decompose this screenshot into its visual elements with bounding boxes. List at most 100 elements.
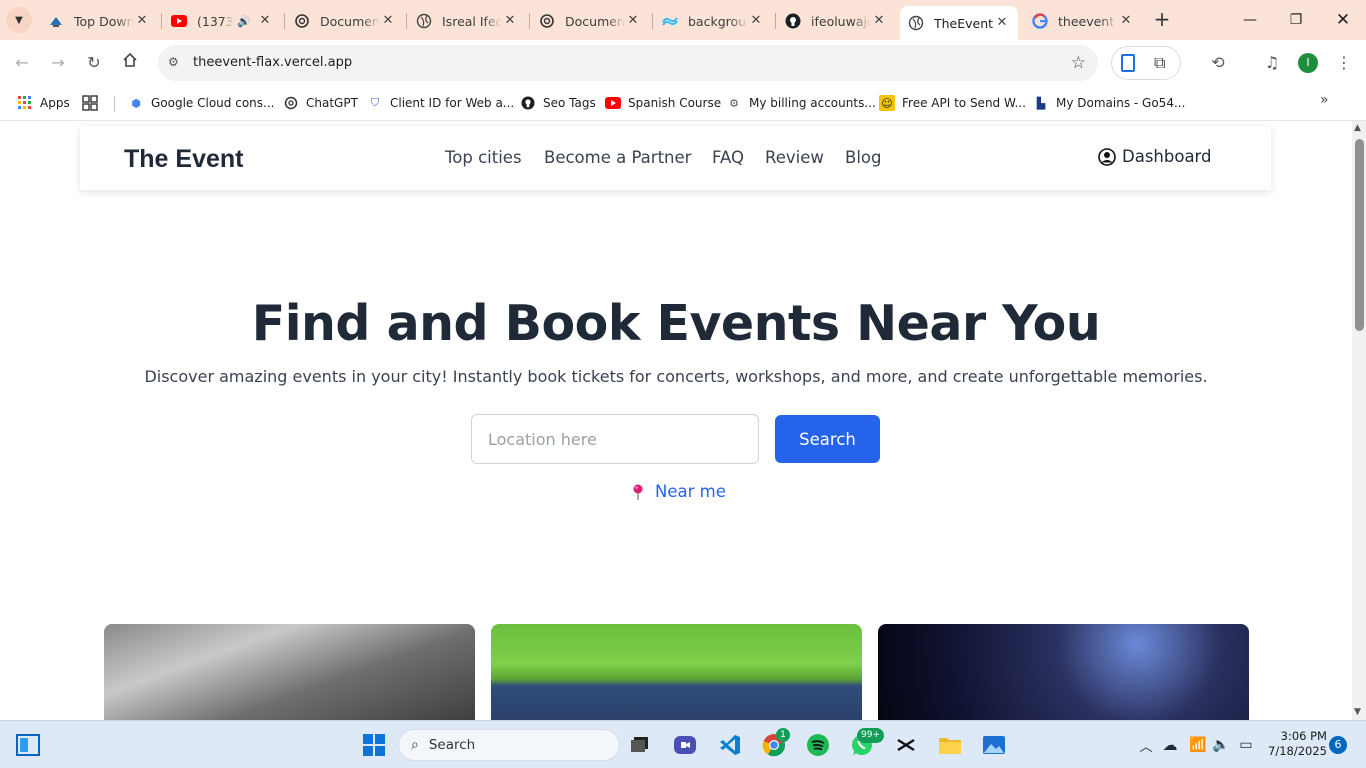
- spotify-icon[interactable]: [804, 731, 832, 759]
- tab-document-1[interactable]: Documen ✕: [286, 6, 404, 36]
- chrome-badge: 1: [776, 728, 790, 742]
- scroll-up-arrow-icon[interactable]: ▲: [1354, 123, 1361, 133]
- menu-kebab-icon[interactable]: ⋮: [1332, 51, 1356, 75]
- chatgpt-icon: [294, 13, 310, 29]
- site-logo[interactable]: The Event: [124, 145, 243, 174]
- vscode-icon[interactable]: [716, 731, 744, 759]
- tab-separator: [406, 13, 407, 29]
- task-view-icon[interactable]: [626, 731, 654, 759]
- event-card-image-hall[interactable]: [104, 624, 475, 720]
- bookmarks-bar: Apps ⬢ Google Cloud cons... ChatGPT ⛉ Cl…: [0, 86, 1366, 121]
- windows-taskbar: ⌕ Search 1 99+ ︿ ☁ 📶 🔈 ▭ 3:06 PM 7/18/20…: [0, 720, 1366, 768]
- nav-review[interactable]: Review: [765, 148, 824, 167]
- extensions-group: ⧉: [1111, 46, 1181, 80]
- bookmark-apps-shortcut[interactable]: [82, 93, 105, 113]
- battery-icon[interactable]: ▭: [1232, 731, 1260, 759]
- near-me-link[interactable]: Near me: [630, 482, 726, 501]
- new-tab-button[interactable]: +: [1151, 9, 1173, 31]
- bookmark-google-cloud[interactable]: ⬢ Google Cloud cons...: [128, 93, 274, 113]
- notification-count-badge[interactable]: 6: [1329, 736, 1347, 754]
- clock[interactable]: 3:06 PM 7/18/2025: [1268, 729, 1327, 759]
- clock-time: 3:06 PM: [1280, 729, 1327, 743]
- tab-google-search[interactable]: theevent ✕: [1024, 6, 1142, 36]
- bookmark-chatgpt[interactable]: ChatGPT: [283, 93, 358, 113]
- address-bar[interactable]: ⚙ theevent-flax.vercel.app ☆: [158, 45, 1098, 81]
- tab-background[interactable]: backgrou ✕: [654, 6, 772, 36]
- taskbar-search[interactable]: ⌕ Search: [398, 729, 620, 761]
- bookmarks-overflow-icon[interactable]: »: [1320, 92, 1329, 108]
- bookmark-free-api[interactable]: ☺ Free API to Send W...: [879, 93, 1026, 113]
- bookmark-billing[interactable]: ⚙ My billing accounts...: [726, 93, 876, 113]
- minimize-button[interactable]: —: [1238, 8, 1262, 32]
- bookmark-seo-tags[interactable]: Seo Tags: [520, 93, 596, 113]
- close-icon[interactable]: ✕: [380, 13, 396, 29]
- close-icon[interactable]: ✕: [1118, 13, 1134, 29]
- event-card-image-concert[interactable]: [878, 624, 1249, 720]
- tab-search-button[interactable]: ▼: [6, 7, 32, 33]
- bookmark-star-icon[interactable]: ☆: [1071, 53, 1086, 73]
- tab-github[interactable]: ifeoluwajo ✕: [777, 6, 895, 36]
- capcut-icon[interactable]: [892, 731, 920, 759]
- web-page: The Event Top cities Become a Partner FA…: [0, 121, 1352, 720]
- tab-document-2[interactable]: Documen ✕: [531, 6, 649, 36]
- forward-button[interactable]: →: [46, 51, 70, 75]
- nav-top-cities[interactable]: Top cities: [445, 148, 522, 167]
- scroll-down-arrow-icon[interactable]: ▼: [1354, 707, 1361, 717]
- bookmark-spanish-course[interactable]: Spanish Course: [605, 93, 721, 113]
- site-settings-icon[interactable]: ⚙: [168, 55, 184, 71]
- close-icon[interactable]: ✕: [257, 13, 273, 29]
- dashboard-link[interactable]: Dashboard: [1098, 147, 1212, 166]
- close-icon[interactable]: ✕: [502, 13, 518, 29]
- restore-button[interactable]: ❐: [1284, 8, 1308, 32]
- nav-blog[interactable]: Blog: [845, 148, 881, 167]
- event-card-image-stadium[interactable]: [491, 624, 862, 720]
- close-icon[interactable]: ✕: [994, 15, 1010, 31]
- tab-theevent-active[interactable]: TheEvent ✕: [900, 6, 1018, 40]
- puzzle-extension-icon[interactable]: ⧉: [1154, 53, 1165, 73]
- tab-isreal[interactable]: Isreal Ifeo ✕: [408, 6, 526, 36]
- chevron-down-icon: ▼: [15, 14, 23, 26]
- profile-avatar[interactable]: I: [1298, 53, 1318, 73]
- widgets-icon[interactable]: [14, 731, 42, 759]
- meet-video-icon[interactable]: [671, 731, 699, 759]
- tab-top-down[interactable]: Top Down ✕: [40, 6, 158, 36]
- location-input[interactable]: [471, 414, 759, 464]
- bookmark-my-domains[interactable]: ▙ My Domains - Go54...: [1033, 93, 1186, 113]
- start-windows-icon[interactable]: [360, 731, 388, 759]
- document-extension-icon[interactable]: [1121, 54, 1135, 72]
- bookmark-icon: ▙: [1036, 96, 1046, 110]
- media-control-icon[interactable]: ♫: [1260, 51, 1284, 75]
- tab-youtube[interactable]: (1373) 🔊 ✕: [163, 6, 281, 36]
- google-cloud-icon: ⬢: [131, 96, 141, 110]
- close-window-button[interactable]: ✕: [1331, 8, 1355, 32]
- home-button[interactable]: [118, 51, 142, 75]
- close-icon[interactable]: ✕: [134, 13, 150, 29]
- onedrive-icon[interactable]: ☁: [1156, 731, 1184, 759]
- file-explorer-icon[interactable]: [936, 731, 964, 759]
- search-button[interactable]: Search: [775, 415, 880, 463]
- tab-separator: [161, 13, 162, 29]
- close-icon[interactable]: ✕: [748, 13, 764, 29]
- youtube-icon: [171, 13, 187, 29]
- tab-separator: [775, 13, 776, 29]
- speaker-icon[interactable]: 🔊: [237, 15, 251, 28]
- page-scrollbar[interactable]: ▲ ▼: [1352, 121, 1366, 720]
- tab-separator: [652, 13, 653, 29]
- tab-strip: ▼ Top Down ✕ (1373) 🔊 ✕ Documen ✕ Isreal…: [0, 0, 1366, 40]
- volume-icon[interactable]: 🔈: [1207, 731, 1235, 759]
- browser-toolbar: ← → ↻ ⚙ theevent-flax.vercel.app ☆ ⧉ ⟲ ♫…: [0, 40, 1366, 86]
- photos-icon[interactable]: [980, 731, 1008, 759]
- reload-button[interactable]: ↻: [82, 51, 106, 75]
- bookmark-apps[interactable]: Apps: [17, 93, 70, 113]
- nav-become-partner[interactable]: Become a Partner: [544, 148, 691, 167]
- hero-subtitle: Discover amazing events in your city! In…: [144, 367, 1208, 386]
- close-icon[interactable]: ✕: [625, 13, 641, 29]
- scroll-thumb[interactable]: [1355, 139, 1364, 331]
- whatsapp-badge: 99+: [857, 728, 884, 743]
- globe-icon: [416, 13, 432, 29]
- bookmark-client-id[interactable]: ⛉ Client ID for Web a...: [367, 93, 514, 113]
- nav-faq[interactable]: FAQ: [712, 148, 744, 167]
- back-button[interactable]: ←: [10, 51, 34, 75]
- history-icon[interactable]: ⟲: [1206, 51, 1230, 75]
- close-icon[interactable]: ✕: [871, 13, 887, 29]
